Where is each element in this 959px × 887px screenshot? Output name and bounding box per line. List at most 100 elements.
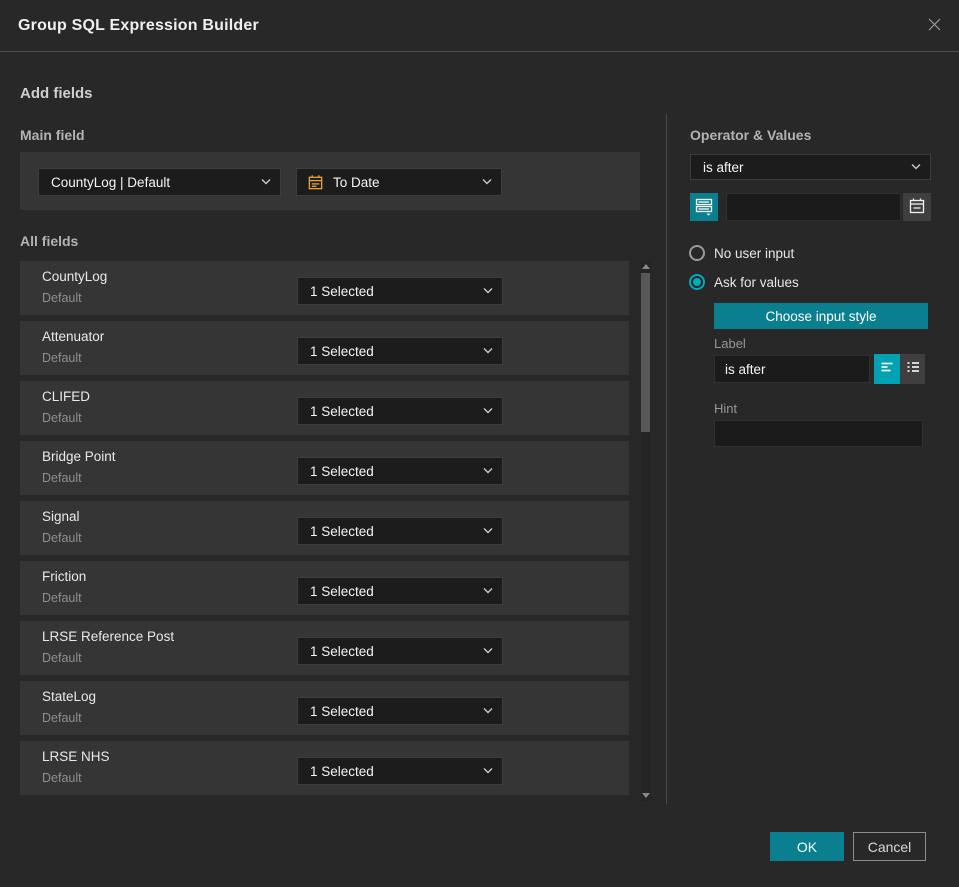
operator-select-value: is after [703,159,744,175]
field-row: Signal Default 1 Selected [20,501,629,555]
field-row-select-value: 1 Selected [310,703,374,719]
field-row-select-value: 1 Selected [310,463,374,479]
main-field-select[interactable]: CountyLog | Default [38,168,281,196]
field-row-sub: Default [42,711,82,725]
label-input[interactable] [714,355,870,383]
chevron-down-icon [483,708,493,715]
panel-divider [666,114,667,804]
align-left-icon [878,358,896,381]
radio-no-user-input[interactable]: No user input [689,245,794,261]
field-row-sub: Default [42,771,82,785]
field-row-name: Friction [42,569,87,584]
field-row-sub: Default [42,651,82,665]
radio-ask-for-values[interactable]: Ask for values [689,274,799,290]
field-row: CLIFED Default 1 Selected [20,381,629,435]
all-fields-label: All fields [20,233,79,249]
field-row-select-value: 1 Selected [310,343,374,359]
radio-circle-icon [689,274,705,290]
add-fields-heading: Add fields [20,85,93,102]
field-row-name: StateLog [42,689,97,704]
field-row-select-value: 1 Selected [310,583,374,599]
field-row-name: Bridge Point [42,449,116,464]
field-row-sub: Default [42,351,82,365]
operator-values-heading: Operator & Values [690,127,812,143]
field-row-select[interactable]: 1 Selected [297,517,503,545]
choose-input-style-button[interactable]: Choose input style [714,303,928,329]
single-line-style-toggle[interactable] [874,354,900,384]
list-style-toggle[interactable] [900,354,925,384]
field-row-name: Signal [42,509,80,524]
chevron-down-icon [483,408,493,415]
field-row-select[interactable]: 1 Selected [297,577,503,605]
list-icon [904,358,922,381]
radio-label: Ask for values [714,274,799,290]
date-field-select-value: To Date [333,174,380,190]
chevron-down-icon [911,164,921,171]
hint-field-label: Hint [714,401,738,416]
field-row-select[interactable]: 1 Selected [297,457,503,485]
main-field-select-value: CountyLog | Default [51,174,171,190]
field-row: LRSE Reference Post Default 1 Selected [20,621,629,675]
title-bar: Group SQL Expression Builder [0,0,959,52]
scrollbar-up-arrow[interactable] [642,264,650,269]
label-field-label: Label [714,336,746,351]
field-row: Attenuator Default 1 Selected [20,321,629,375]
main-field-label: Main field [20,127,85,143]
field-row-name: CLIFED [42,389,91,404]
scrollbar-thumb[interactable] [641,273,650,432]
field-row-select-value: 1 Selected [310,763,374,779]
radio-label: No user input [714,245,795,261]
stacked-values-icon [694,196,714,219]
main-field-panel: CountyLog | Default To Date [20,152,640,210]
hint-input[interactable] [714,420,923,447]
field-row: CountyLog Default 1 Selected [20,261,629,315]
operator-select[interactable]: is after [690,154,931,180]
cancel-button[interactable]: Cancel [853,832,926,861]
field-row-select-value: 1 Selected [310,403,374,419]
chevron-down-icon [483,348,493,355]
field-row-name: LRSE Reference Post [42,629,175,644]
field-row-select[interactable]: 1 Selected [297,757,503,785]
value-date-input[interactable] [726,193,901,221]
chevron-down-icon [261,179,271,186]
field-row-sub: Default [42,471,82,485]
close-icon [926,16,943,38]
ok-button[interactable]: OK [770,832,844,861]
chevron-down-icon [483,288,493,295]
chevron-down-icon [482,179,492,186]
calendar-icon [307,174,324,191]
chevron-down-icon [483,528,493,535]
field-row-select[interactable]: 1 Selected [297,637,503,665]
scrollbar-down-arrow[interactable] [642,793,650,798]
field-row-select[interactable]: 1 Selected [297,397,503,425]
field-row-select-value: 1 Selected [310,523,374,539]
date-field-select[interactable]: To Date [296,168,502,196]
field-row-name: CountyLog [42,269,108,284]
field-row-select-value: 1 Selected [310,283,374,299]
chevron-down-icon [483,768,493,775]
field-row-select[interactable]: 1 Selected [297,277,503,305]
calendar-icon [908,197,926,218]
field-row: Bridge Point Default 1 Selected [20,441,629,495]
field-row: Friction Default 1 Selected [20,561,629,615]
chevron-down-icon [483,588,493,595]
field-row-select-value: 1 Selected [310,643,374,659]
value-type-button[interactable] [690,193,718,221]
field-row-sub: Default [42,531,82,545]
chevron-down-icon [483,468,493,475]
date-picker-button[interactable] [903,193,931,221]
field-row-name: LRSE NHS [42,749,110,764]
dialog-title: Group SQL Expression Builder [18,17,259,34]
field-row-sub: Default [42,591,82,605]
field-row-name: Attenuator [42,329,105,344]
radio-circle-icon [689,245,705,261]
field-row-sub: Default [42,411,82,425]
group-sql-expression-builder-dialog: Group SQL Expression Builder Add fields … [0,0,959,887]
field-row-select[interactable]: 1 Selected [297,337,503,365]
field-row-sub: Default [42,291,82,305]
field-row: StateLog Default 1 Selected [20,681,629,735]
field-row-select[interactable]: 1 Selected [297,697,503,725]
chevron-down-icon [483,648,493,655]
field-row: LRSE NHS Default 1 Selected [20,741,629,795]
close-button[interactable] [923,16,945,38]
